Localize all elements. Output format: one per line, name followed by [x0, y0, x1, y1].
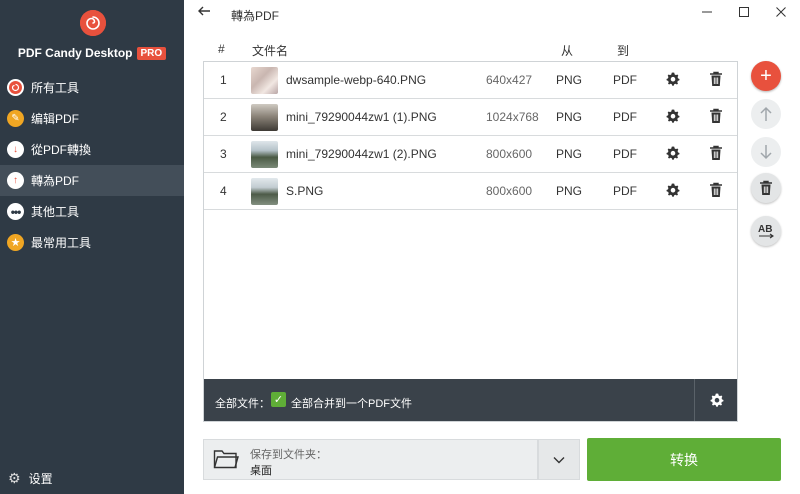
- folder-icon: [213, 448, 239, 473]
- move-down-button[interactable]: [751, 137, 781, 167]
- app-brand: PDF Candy Desktop PRO: [0, 46, 184, 60]
- save-folder-dropdown-button[interactable]: [538, 439, 580, 480]
- table-row[interactable]: 1 dwsample-webp-640.PNG 640x427 PNG PDF: [204, 62, 737, 99]
- sidebar-item-label: 從PDF轉換: [31, 143, 92, 157]
- sidebar-item-edit-pdf[interactable]: ✎ 编辑PDF: [0, 103, 184, 134]
- file-from-format: PNG: [556, 110, 583, 124]
- back-arrow-icon[interactable]: [196, 3, 212, 24]
- gear-icon: ⚙: [8, 470, 21, 486]
- chevron-down-icon: [553, 456, 565, 463]
- table-footer: 全部文件： ✓ 全部合并到一个PDF文件: [204, 379, 737, 421]
- file-dimensions: 800x600: [486, 147, 533, 161]
- column-header-num: #: [218, 42, 225, 56]
- sidebar-item-label: 最常用工具: [31, 236, 92, 250]
- column-header-filename: 文件名: [252, 44, 289, 58]
- file-thumbnail: [251, 104, 278, 131]
- file-name: mini_79290044zw1 (2).PNG: [286, 147, 437, 161]
- gear-icon[interactable]: [709, 392, 725, 411]
- sort-alphabetical-button[interactable]: AB: [751, 216, 781, 246]
- file-from-format: PNG: [556, 184, 583, 198]
- column-header-to: 到: [617, 44, 630, 58]
- trash-icon: [760, 180, 772, 195]
- arrow-up-icon: ↑: [7, 172, 24, 189]
- gear-icon[interactable]: [665, 182, 681, 201]
- table-row[interactable]: 3 mini_79290044zw1 (2).PNG 800x600 PNG P…: [204, 136, 737, 173]
- sidebar-item-to-pdf[interactable]: ↑ 轉為PDF: [0, 165, 184, 196]
- file-thumbnail: [251, 141, 278, 168]
- file-table: 1 dwsample-webp-640.PNG 640x427 PNG PDF …: [203, 61, 738, 422]
- file-dimensions: 800x600: [486, 184, 533, 198]
- pro-badge: PRO: [136, 47, 167, 60]
- file-dimensions: 640x427: [486, 73, 533, 87]
- sort-ab-icon: AB: [758, 224, 774, 239]
- file-to-format: PDF: [613, 73, 637, 87]
- row-number: 4: [220, 184, 227, 198]
- app-logo: [80, 10, 106, 36]
- sidebar-item-most-used[interactable]: ★ 最常用工具: [0, 227, 184, 258]
- trash-icon[interactable]: [709, 145, 723, 164]
- file-name: mini_79290044zw1 (1).PNG: [286, 110, 437, 124]
- settings-button[interactable]: ⚙ 设置: [8, 470, 53, 487]
- sidebar: PDF Candy Desktop PRO 所有工具 ✎ 编辑PDF ↓ 從PDF…: [0, 0, 184, 494]
- trash-icon[interactable]: [709, 182, 723, 201]
- file-to-format: PDF: [613, 184, 637, 198]
- star-icon: ★: [7, 234, 24, 251]
- save-folder-selector[interactable]: 保存到文件夹： 桌面: [203, 439, 538, 480]
- row-number: 2: [220, 110, 227, 124]
- file-to-format: PDF: [613, 147, 637, 161]
- sidebar-item-label: 轉為PDF: [31, 174, 80, 188]
- table-row[interactable]: 2 mini_79290044zw1 (1).PNG 1024x768 PNG …: [204, 99, 737, 136]
- page-title: 轉為PDF: [231, 9, 280, 23]
- file-from-format: PNG: [556, 73, 583, 87]
- trash-icon[interactable]: [709, 108, 723, 127]
- save-folder-label: 保存到文件夹：: [250, 449, 327, 461]
- spiral-icon: [7, 79, 24, 96]
- plus-icon: +: [760, 64, 772, 87]
- merge-label[interactable]: 全部合并到一个PDF文件: [291, 395, 412, 411]
- arrow-down-icon: ↓: [7, 141, 24, 158]
- convert-button[interactable]: 转换: [587, 438, 781, 481]
- sidebar-item-label: 编辑PDF: [31, 112, 80, 126]
- svg-text:AB: AB: [758, 224, 772, 235]
- sidebar-nav: 所有工具 ✎ 编辑PDF ↓ 從PDF轉換 ↑ 轉為PDF ••• 其他工具 ★…: [0, 72, 184, 258]
- file-thumbnail: [251, 178, 278, 205]
- footer-divider: [694, 379, 695, 421]
- gear-icon[interactable]: [665, 108, 681, 127]
- delete-all-button[interactable]: [751, 173, 781, 203]
- row-number: 1: [220, 73, 227, 87]
- file-name: dwsample-webp-640.PNG: [286, 73, 427, 87]
- file-dimensions: 1024x768: [486, 110, 539, 124]
- move-up-button[interactable]: [751, 99, 781, 129]
- sidebar-item-label: 其他工具: [31, 205, 80, 219]
- sidebar-item-from-pdf[interactable]: ↓ 從PDF轉換: [0, 134, 184, 165]
- merge-checkbox[interactable]: ✓: [271, 392, 286, 407]
- save-folder-value: 桌面: [250, 465, 272, 477]
- row-number: 3: [220, 147, 227, 161]
- column-header-from: 从: [561, 44, 574, 58]
- settings-label: 设置: [28, 472, 53, 486]
- sidebar-item-all-tools[interactable]: 所有工具: [0, 72, 184, 103]
- file-from-format: PNG: [556, 147, 583, 161]
- arrow-down-icon: [760, 145, 772, 160]
- more-dots-icon: •••: [7, 203, 24, 220]
- minimize-button[interactable]: [695, 2, 719, 22]
- close-button[interactable]: [769, 2, 793, 22]
- gear-icon[interactable]: [665, 145, 681, 164]
- all-files-label: 全部文件：: [215, 398, 270, 410]
- trash-icon[interactable]: [709, 71, 723, 90]
- file-name: S.PNG: [286, 184, 324, 198]
- add-file-button[interactable]: +: [751, 61, 781, 91]
- sidebar-item-label: 所有工具: [31, 81, 80, 95]
- brand-name: PDF Candy Desktop: [17, 46, 133, 60]
- gear-icon[interactable]: [665, 71, 681, 90]
- table-row[interactable]: 4 S.PNG 800x600 PNG PDF: [204, 173, 737, 210]
- maximize-button[interactable]: [732, 2, 756, 22]
- file-thumbnail: [251, 67, 278, 94]
- sidebar-item-other-tools[interactable]: ••• 其他工具: [0, 196, 184, 227]
- file-to-format: PDF: [613, 110, 637, 124]
- pen-icon: ✎: [7, 110, 24, 127]
- arrow-up-icon: [760, 106, 772, 121]
